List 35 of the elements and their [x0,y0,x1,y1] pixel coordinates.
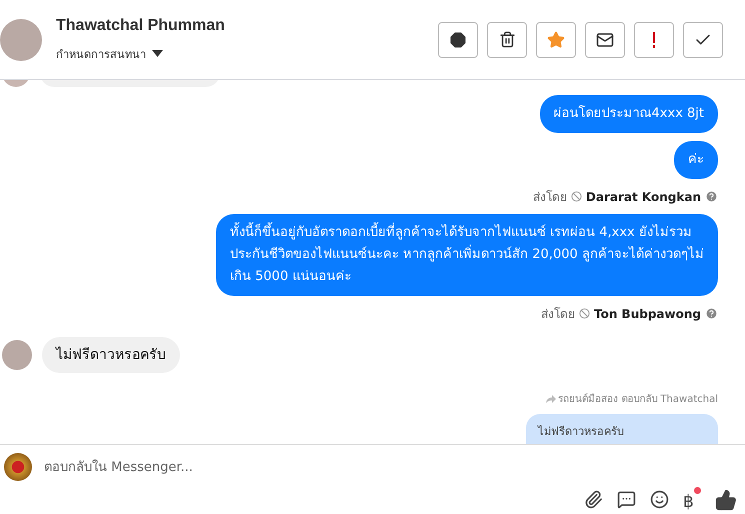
star-icon [547,30,565,48]
sent-message: ค่ะ [674,141,718,179]
payment-button[interactable]: ฿ [683,487,701,512]
received-message: ไม่ฟรีดาวหรอครับ [42,337,180,373]
check-button[interactable] [683,22,723,58]
sent-message: ผ่อนโดยประมาณ4xxx 8jt [540,95,718,133]
sent-by-label: ส่งโดย [541,306,575,323]
reply-input[interactable]: ตอบกลับใน Messenger... [42,458,737,476]
emoji-button[interactable] [650,490,669,509]
conversation-settings-label: กำหนดการสนทนา [56,46,146,62]
mail-button[interactable] [585,22,625,58]
contact-name: Thawatchal Phumman [56,16,226,34]
mail-icon [596,30,614,48]
sent-message: ทั้งนี้ก็ขึ้นอยู่กับอัตราดอกเบี้ยที่ลูกค้าจะได้รับจากไฟแนนซ์ เรทผ่อน 4,xxx ยังไม่รวมประกันชีวิตของไฟแนนซ์นะคะ หากลูกค้าเพิ่มดาวน์สัก 20,000 ลูกค้าจะได้ค่างวดๆไม่เกิน 5000 แน่นอนค่ะ [216,214,718,296]
reply-note: รถยนต์มือสอง ตอบกลับ Thawatchal [558,392,718,406]
blocked-icon [579,308,590,319]
blocked-icon [570,191,582,202]
trash-button[interactable] [487,22,527,58]
star-button[interactable] [536,22,576,58]
like-button[interactable] [715,488,737,510]
trash-icon [498,31,516,48]
sender-name: Ton Bubpawong [594,306,701,320]
attach-button[interactable] [584,490,603,509]
reply-arrow-icon [546,394,556,402]
sent-by-label: ส่งโดย [532,189,567,206]
quoted-message: ไม่ฟรีดาวหรอครับ [526,414,718,444]
sender-name: Dararat Kongkan [586,190,701,204]
alert-button[interactable] [438,22,478,58]
help-icon [705,190,718,203]
chat-button[interactable] [617,490,636,509]
dropdown-caret-icon[interactable] [152,50,163,57]
page-logo [4,453,32,481]
exclamation-icon [652,32,656,48]
help-icon [705,307,718,320]
profile-avatar [0,18,42,60]
